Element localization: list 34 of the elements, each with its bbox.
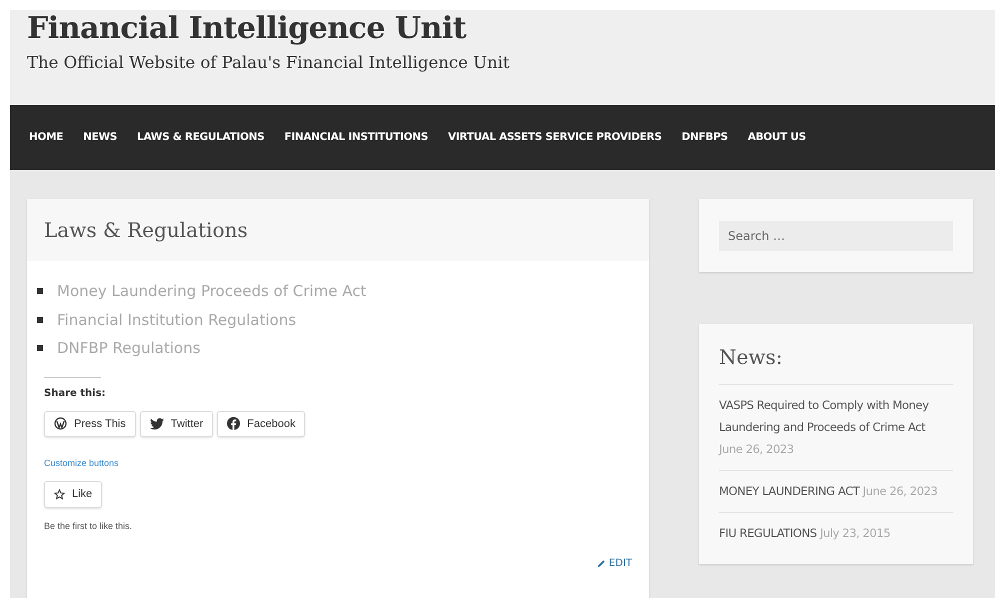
share-button[interactable]: Twitter (140, 410, 214, 437)
news-date: July 23, 2015 (820, 525, 890, 542)
news-date: June 26, 2023 (862, 483, 938, 500)
share-heading: Share this: (44, 386, 106, 400)
page-title: Laws & Regulations (44, 218, 248, 242)
bullet-icon (37, 288, 43, 294)
site-title[interactable]: Financial Intelligence Unit (27, 12, 466, 45)
wordpress-icon (54, 417, 67, 430)
search-field[interactable]: Search … (719, 221, 953, 251)
like-button[interactable]: Like (44, 481, 102, 508)
star-icon (54, 488, 65, 500)
nav-link-item[interactable]: NEWS (73, 130, 128, 146)
nav-link-item[interactable]: ABOUT US (738, 130, 816, 146)
bird-icon (150, 418, 164, 430)
nav-link-item[interactable]: HOME (19, 130, 74, 146)
nav-link-item[interactable]: DNFBPS (672, 130, 738, 146)
bullet-icon (37, 345, 43, 352)
nav-link-item[interactable]: VIRTUAL ASSETS SERVICE PROVIDERS (438, 130, 672, 146)
news-heading: News: (719, 344, 782, 371)
news-link[interactable]: FIU REGULATIONS (719, 522, 817, 544)
customize-link[interactable]: Customize buttons (44, 458, 119, 468)
pencil-icon (596, 558, 606, 568)
news-date: June 26, 2023 (719, 441, 794, 458)
site-tagline: The Official Website of Palau's Financial Intelligence Unit (27, 52, 510, 74)
bullet-icon (37, 316, 43, 323)
news-link[interactable]: VASPS Required to Comply with Money Laundering and Proceeds of Crime Act (719, 394, 953, 438)
facebook-icon (227, 417, 240, 430)
share-button[interactable]: Facebook (217, 410, 306, 437)
nav-link-item[interactable]: FINANCIAL INSTITUTIONS (274, 130, 438, 146)
nav-link-item[interactable]: LAWS & REGULATIONS (127, 130, 274, 146)
like-note: Be the first to like this. (44, 520, 132, 530)
share-button[interactable]: Press This (44, 410, 136, 437)
news-link[interactable]: MONEY LAUNDERING ACT (719, 480, 860, 502)
edit-link[interactable]: EDIT (596, 556, 632, 570)
